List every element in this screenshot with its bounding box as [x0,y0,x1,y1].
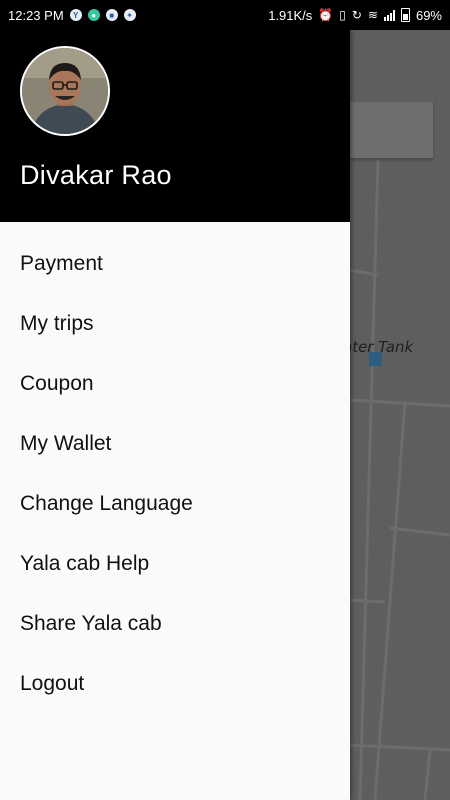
drawer-header: Divakar Rao [0,30,350,222]
menu-item-payment[interactable]: Payment [0,234,350,294]
profile-photo-icon [22,48,108,134]
navigation-drawer: Divakar Rao Payment My trips Coupon My W… [0,30,350,800]
menu-item-help[interactable]: Yala cab Help [0,534,350,594]
drawer-menu: Payment My trips Coupon My Wallet Change… [0,222,350,714]
wifi-icon: ≋ [367,8,378,22]
status-bar: 12:23 PM Y ● ■ ✦ 1.91K/s ⏰ ▯ ↻ ≋ 69% [0,0,450,30]
status-time: 12:23 PM [8,7,64,23]
map-search-card[interactable] [340,102,433,158]
menu-item-logout[interactable]: Logout [0,654,350,714]
map-marker-icon [369,352,382,366]
vibrate-icon: ▯ [339,8,346,22]
status-bar-right: 1.91K/s ⏰ ▯ ↻ ≋ 69% [268,8,442,23]
menu-item-my-trips[interactable]: My trips [0,294,350,354]
messenger-icon: ■ [105,9,118,21]
alarm-icon: ⏰ [318,8,334,22]
battery-icon [400,8,410,22]
menu-item-coupon[interactable]: Coupon [0,354,350,414]
menu-item-my-wallet[interactable]: My Wallet [0,414,350,474]
avatar[interactable] [20,46,110,136]
status-bar-left: 12:23 PM Y ● ■ ✦ [8,8,136,23]
network-speed: 1.91K/s [268,7,313,23]
menu-item-share[interactable]: Share Yala cab [0,594,350,654]
sync-icon: ↻ [351,8,362,22]
user-name: Divakar Rao [20,160,172,190]
assistant-icon: ✦ [123,9,136,21]
battery-percent: 69% [415,7,442,23]
green-app-icon: ● [87,9,100,21]
yandex-icon: Y [69,9,82,21]
signal-icon [383,9,395,21]
menu-item-change-language[interactable]: Change Language [0,474,350,534]
